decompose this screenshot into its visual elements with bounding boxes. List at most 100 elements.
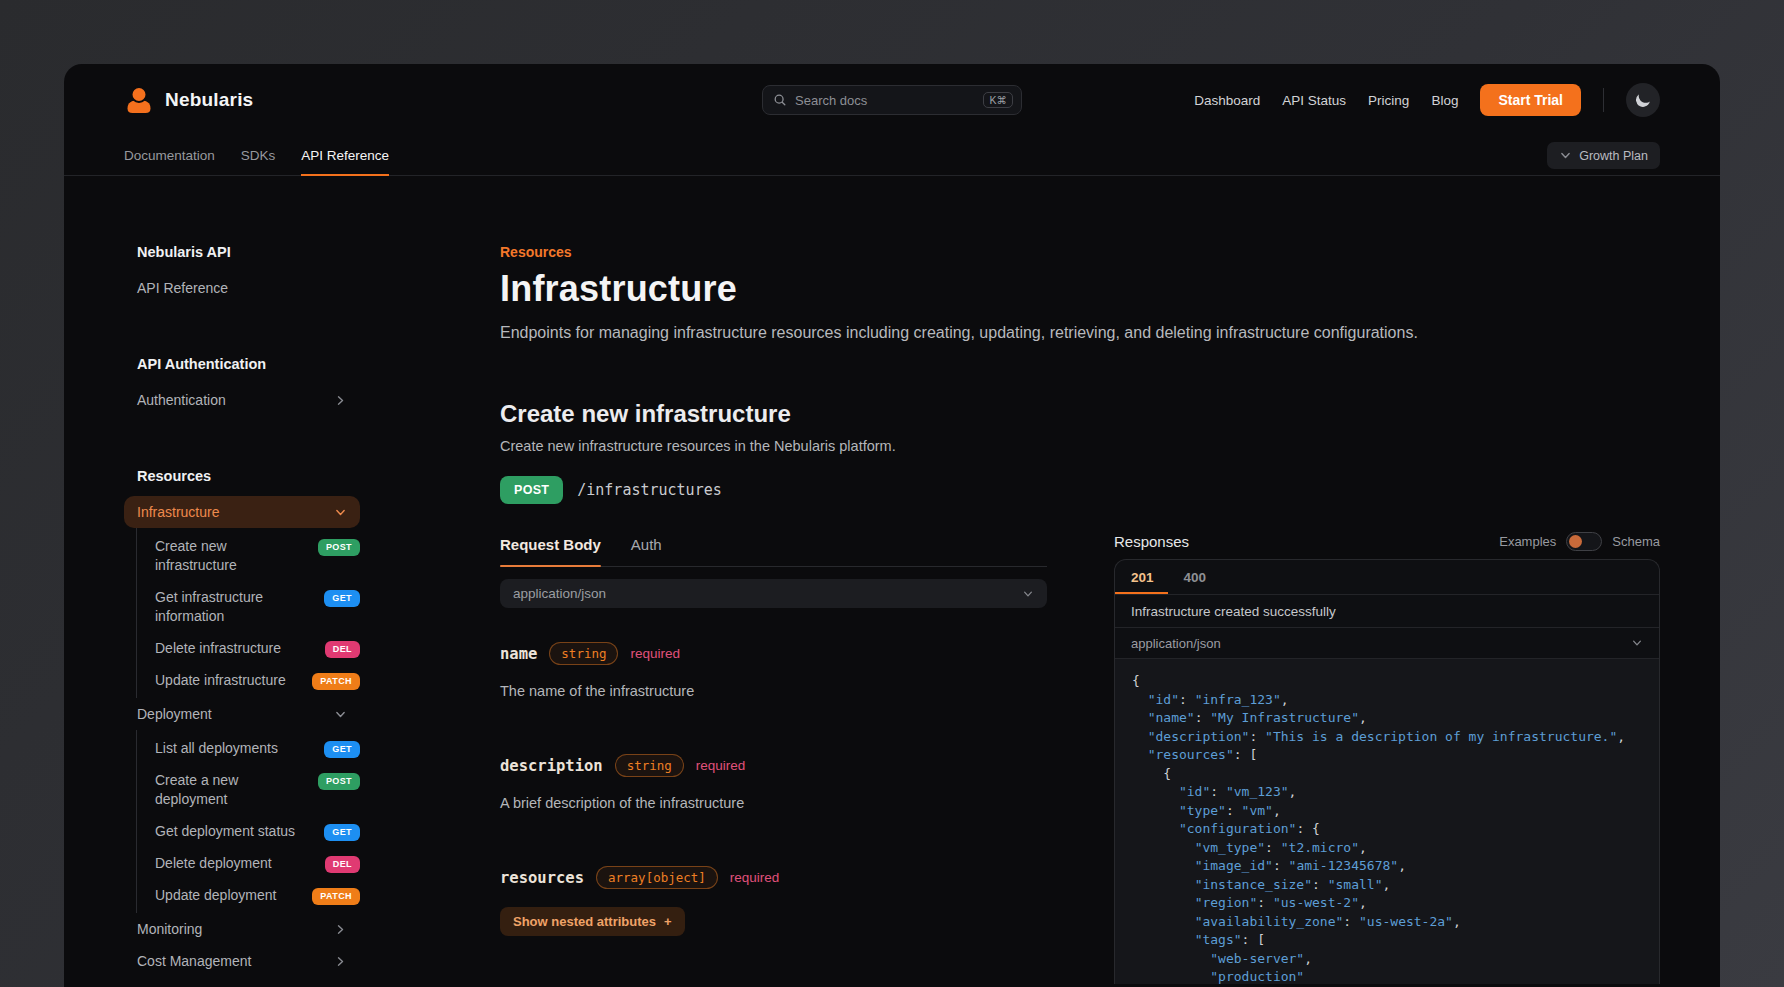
code-line: "tags": [ — [1132, 931, 1659, 950]
status-tab-201[interactable]: 201 — [1115, 560, 1168, 594]
theme-toggle-button[interactable] — [1626, 83, 1660, 117]
sidebar-endpoint-list-all-deployments[interactable]: List all deploymentsGET — [137, 732, 360, 764]
endpoint-label: Delete deployment — [155, 854, 272, 873]
code-line: "description": "This is a description of… — [1132, 728, 1659, 747]
sidebar-section-nebularis-api: Nebularis APIAPI Reference — [124, 244, 360, 304]
tab-documentation[interactable]: Documentation — [124, 136, 215, 175]
nav-link-api-status[interactable]: API Status — [1282, 93, 1346, 108]
endpoint-label: Create new infrastructure — [155, 537, 307, 575]
tab-sdks[interactable]: SDKs — [241, 136, 276, 175]
responses-title: Responses — [1114, 533, 1189, 550]
sidebar-endpoint-get-infrastructure-information[interactable]: Get infrastructure informationGET — [137, 581, 360, 632]
code-line: "web-server", — [1132, 950, 1659, 969]
method-badge-patch: PATCH — [312, 673, 360, 690]
schema-label[interactable]: Schema — [1612, 534, 1660, 549]
method-badge-get: GET — [324, 824, 360, 841]
sidebar-item-cost-management[interactable]: Cost Management — [124, 945, 360, 977]
sidebar-endpoint-delete-deployment[interactable]: Delete deploymentDEL — [137, 847, 360, 879]
tab-api-reference[interactable]: API Reference — [301, 136, 389, 175]
sidebar-endpoint-create-a-new-deployment[interactable]: Create a new deployment POST — [137, 764, 360, 815]
endpoint-title: Create new infrastructure — [500, 400, 1047, 428]
field-header: descriptionstringrequired — [500, 754, 1047, 777]
code-line: "image_id": "ami-12345678", — [1132, 857, 1659, 876]
response-code-block: { "id": "infra_123", "name": "My Infrast… — [1115, 659, 1659, 984]
field-description: A brief description of the infrastructur… — [500, 795, 1047, 811]
endpoint-label: Create a new deployment — [155, 771, 307, 809]
search-placeholder: Search docs — [795, 93, 975, 108]
method-badge-patch: PATCH — [312, 888, 360, 905]
sidebar-item-label: Infrastructure — [137, 503, 219, 522]
header: Nebularis Search docs K⌘ Dashboard API St… — [64, 64, 1720, 136]
endpoint-label: Delete infrastructure — [155, 639, 281, 658]
method-badge-post: POST — [500, 476, 563, 504]
search-input[interactable]: Search docs K⌘ — [762, 85, 1022, 115]
status-tabs: 201400 — [1115, 560, 1659, 595]
code-line: "id": "vm_123", — [1132, 783, 1659, 802]
response-content-type-select[interactable]: application/json — [1115, 628, 1659, 659]
show-nested-attributes-button[interactable]: Show nested attributes+ — [500, 907, 685, 936]
start-trial-button[interactable]: Start Trial — [1480, 84, 1581, 116]
sidebar-endpoint-get-deployment-status[interactable]: Get deployment status GET — [137, 815, 360, 847]
sidebar-item-authentication[interactable]: Authentication — [124, 384, 360, 416]
page-description: Endpoints for managing infrastructure re… — [500, 324, 1660, 342]
endpoint-label: Get deployment status — [155, 822, 295, 841]
endpoint-label: Update infrastructure — [155, 671, 286, 690]
method-badge-get: GET — [324, 741, 360, 758]
endpoint-path: /infrastructures — [577, 481, 722, 499]
field-description: The name of the infrastructure — [500, 683, 1047, 699]
main-content: Resources Infrastructure Endpoints for m… — [500, 176, 1660, 987]
divider — [1603, 88, 1604, 112]
chevron-down-icon — [1631, 637, 1643, 649]
nav-link-blog[interactable]: Blog — [1431, 93, 1458, 108]
page-title: Infrastructure — [500, 268, 1660, 310]
growth-plan-button[interactable]: Growth Plan — [1547, 142, 1660, 169]
nav-link-pricing[interactable]: Pricing — [1368, 93, 1409, 108]
field-name: namestringrequiredThe name of the infras… — [500, 642, 1047, 699]
request-column: Create new infrastructure Create new inf… — [500, 400, 1047, 984]
code-line: { — [1132, 765, 1659, 784]
content-layout: Nebularis APIAPI Reference API Authentica… — [64, 176, 1720, 987]
breadcrumb-eyebrow: Resources — [500, 244, 1660, 260]
field-type-badge: string — [615, 754, 684, 777]
examples-schema-toggle[interactable] — [1566, 532, 1602, 551]
sidebar-endpoint-update-infrastructure[interactable]: Update infrastructure PATCH — [137, 664, 360, 696]
endpoint-signature: POST /infrastructures — [500, 476, 1047, 504]
method-badge-get: GET — [324, 590, 360, 607]
code-line: "name": "My Infrastructure", — [1132, 709, 1659, 728]
sidebar-endpoint-delete-infrastructure[interactable]: Delete infrastructure DEL — [137, 632, 360, 664]
sidebar-item-label: Authentication — [137, 391, 226, 410]
nav-link-dashboard[interactable]: Dashboard — [1194, 93, 1260, 108]
responses-panel: 201400 Infrastructure created successful… — [1114, 559, 1660, 984]
field-required-label: required — [696, 758, 746, 773]
sidebar: Nebularis APIAPI Reference API Authentica… — [124, 176, 360, 987]
examples-label[interactable]: Examples — [1499, 534, 1556, 549]
request-tab-request-body[interactable]: Request Body — [500, 536, 601, 566]
content-type-select[interactable]: application/json — [500, 579, 1047, 608]
chevron-down-icon — [334, 506, 347, 519]
sidebar-sublist: List all deploymentsGETCreate a new depl… — [136, 730, 360, 913]
brand[interactable]: Nebularis — [124, 85, 253, 115]
method-badge-post: POST — [318, 773, 360, 790]
sidebar-item-api-reference[interactable]: API Reference — [124, 272, 360, 304]
chevron-right-icon — [334, 923, 347, 936]
chevron-down-icon — [1559, 149, 1572, 162]
sidebar-item-deployment[interactable]: Deployment — [124, 698, 360, 730]
nebularis-logo-icon — [124, 85, 154, 115]
top-nav: Dashboard API Status Pricing Blog Start Tri… — [1194, 83, 1660, 117]
field-header: resourcesarray[object]required — [500, 866, 1047, 889]
chevron-right-icon — [334, 394, 347, 407]
status-tab-400[interactable]: 400 — [1168, 560, 1221, 594]
sidebar-item-monitoring[interactable]: Monitoring — [124, 913, 360, 945]
request-tab-auth[interactable]: Auth — [631, 536, 662, 566]
sidebar-endpoint-create-new-infrastructure[interactable]: Create new infrastructurePOST — [137, 530, 360, 581]
sidebar-item-label: Cost Management — [137, 952, 251, 971]
sidebar-item-label: Deployment — [137, 705, 212, 724]
sidebar-section-title: API Authentication — [124, 356, 360, 372]
fields-list: namestringrequiredThe name of the infras… — [500, 642, 1047, 936]
sidebar-endpoint-update-deployment[interactable]: Update deploymentPATCH — [137, 879, 360, 911]
method-badge-del: DEL — [325, 641, 360, 658]
sidebar-item-infrastructure[interactable]: Infrastructure — [124, 496, 360, 528]
code-line: "type": "vm", — [1132, 802, 1659, 821]
chevron-down-icon — [1022, 588, 1034, 600]
toggle-knob — [1569, 535, 1582, 548]
